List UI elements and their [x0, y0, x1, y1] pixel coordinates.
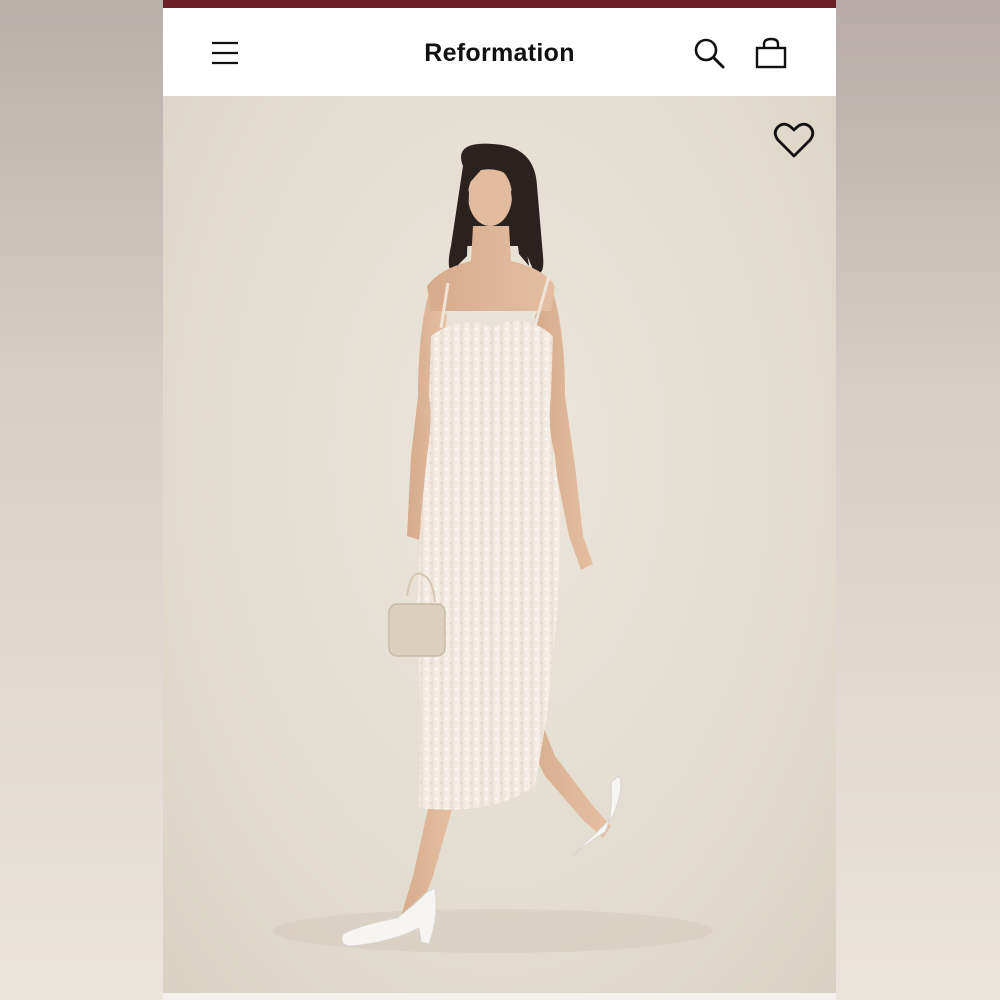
- model-photo: [273, 143, 713, 953]
- top-accent-bar: [163, 0, 836, 8]
- search-button[interactable]: [691, 35, 727, 71]
- left-background-border: [0, 0, 163, 1000]
- bottom-divider: [163, 993, 836, 1000]
- search-icon: [694, 38, 725, 69]
- wishlist-button[interactable]: [773, 122, 815, 160]
- shopping-bag-button[interactable]: [753, 35, 789, 71]
- heart-outline-icon: [773, 122, 815, 158]
- shopping-bag-icon: [755, 37, 787, 69]
- product-image[interactable]: [163, 96, 836, 993]
- mobile-screen: Reformation: [163, 0, 836, 1000]
- brand-logo[interactable]: Reformation: [163, 38, 836, 68]
- site-header: Reformation: [163, 8, 836, 96]
- right-background-border: [836, 0, 1000, 1000]
